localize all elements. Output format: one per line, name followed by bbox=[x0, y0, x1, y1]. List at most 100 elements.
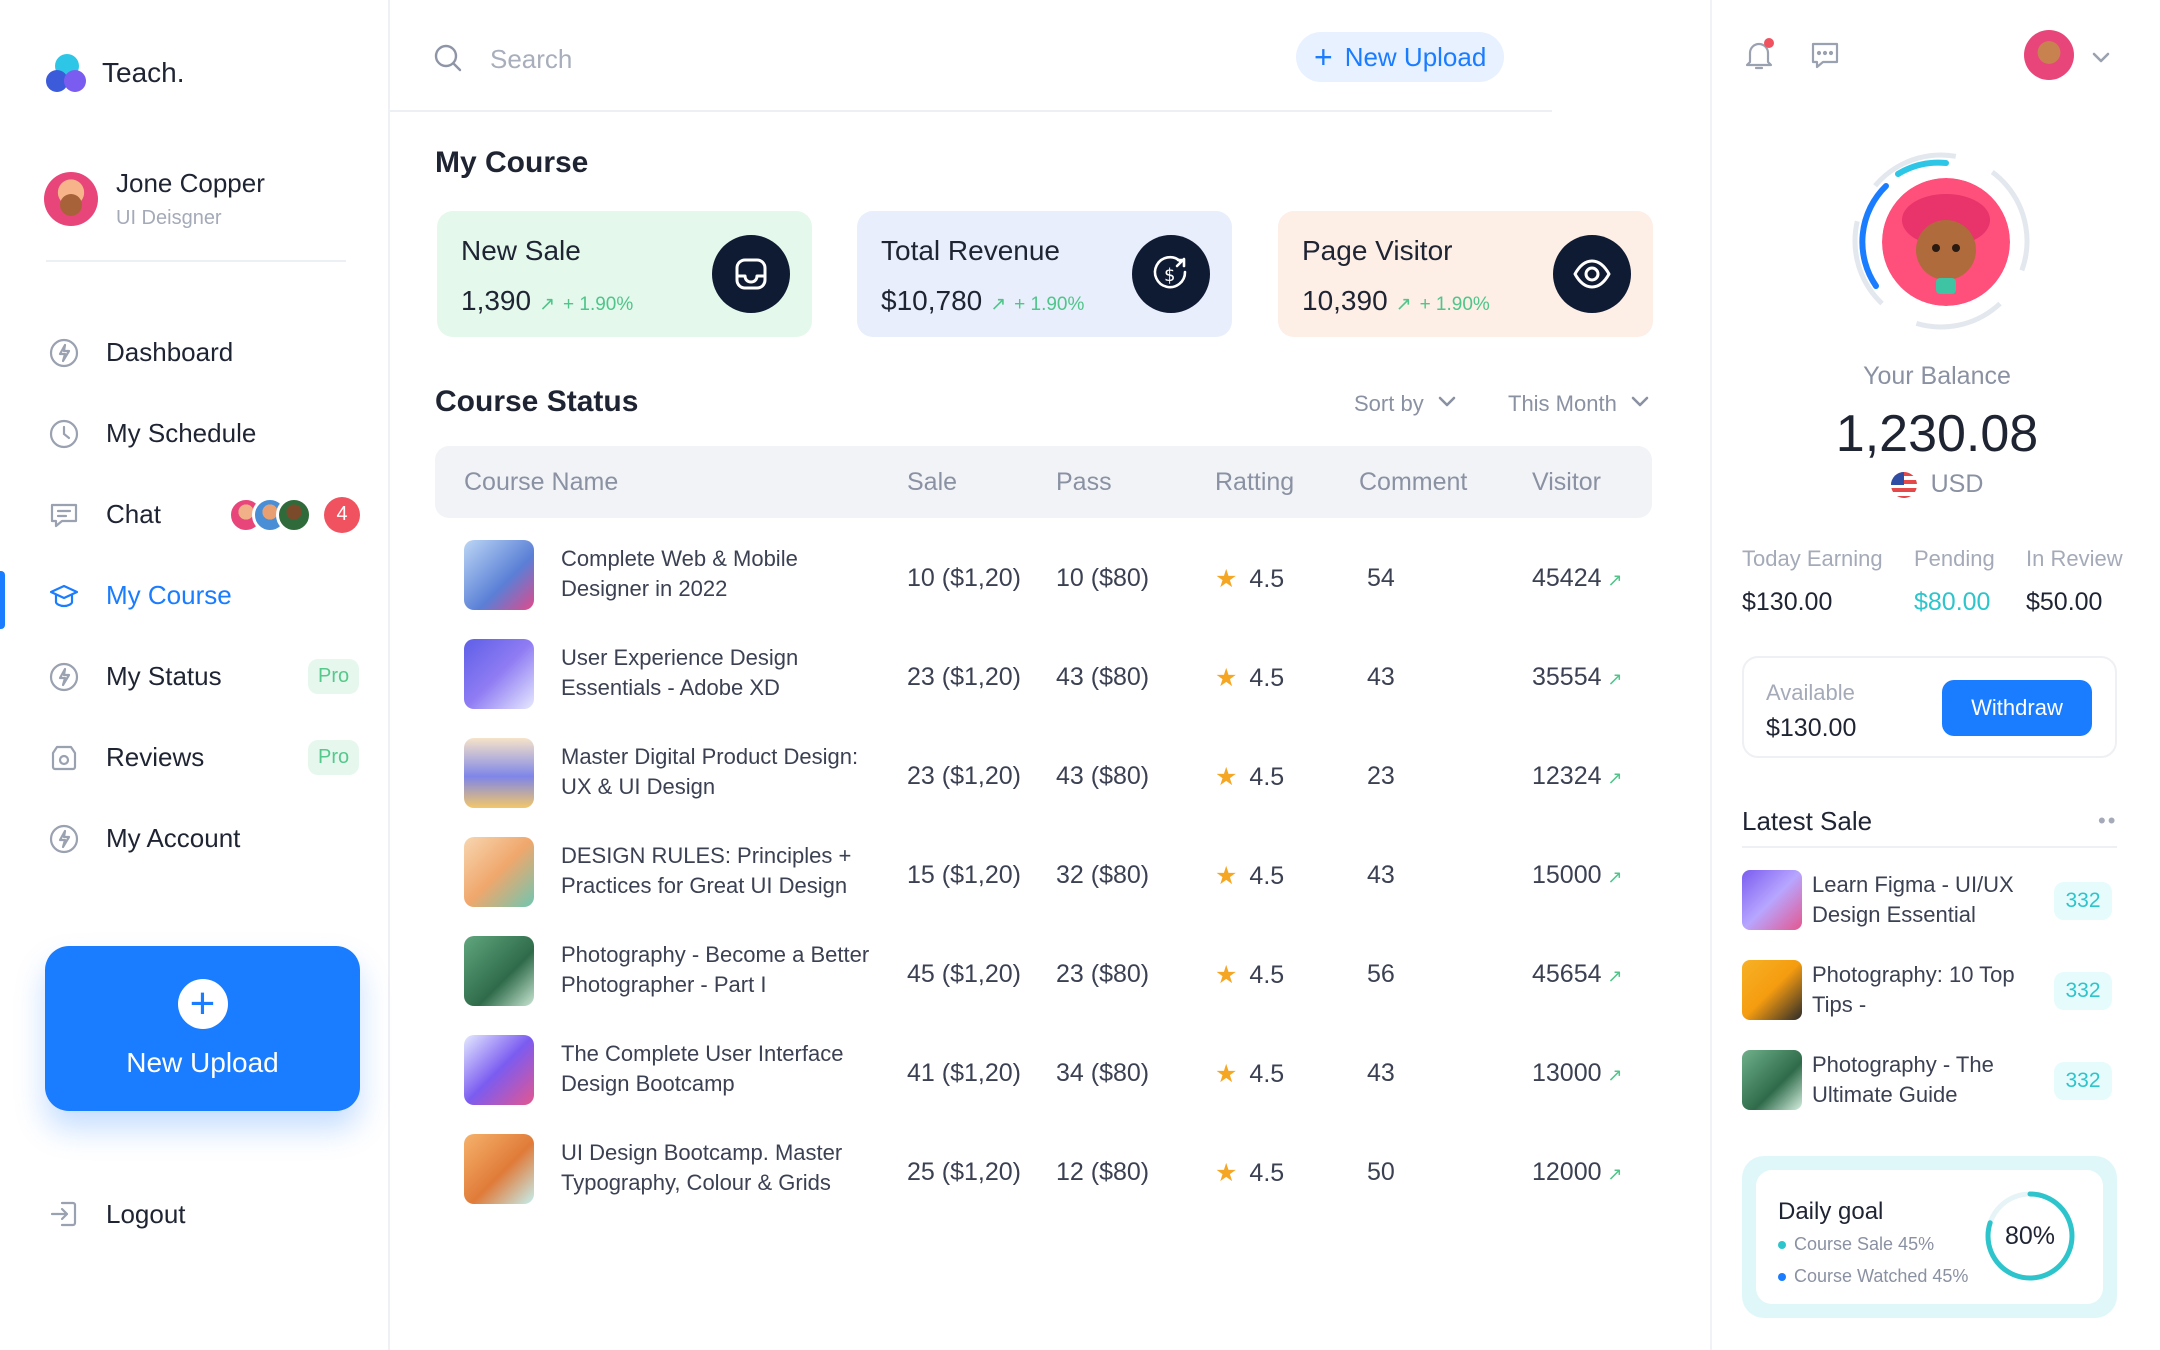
sidebar-item-my-schedule[interactable]: My Schedule bbox=[0, 393, 390, 474]
stat-card-page-visitor[interactable]: Page Visitor 10,390 ↗ + 1.90% bbox=[1278, 211, 1653, 337]
visitor-value: 15000 bbox=[1532, 861, 1602, 889]
sidebar-item-label: Chat bbox=[106, 499, 161, 529]
table-row[interactable]: Photography - Become a Better Photograph… bbox=[435, 914, 1652, 1013]
stat-card-new-sale[interactable]: New Sale 1,390 ↗ + 1.90% bbox=[437, 211, 812, 337]
column-header[interactable]: Ratting bbox=[1215, 468, 1294, 497]
rating-cell: ★ 4.5 bbox=[1215, 960, 1284, 990]
star-icon: ★ bbox=[1215, 961, 1238, 989]
chevron-down-icon bbox=[1629, 390, 1651, 418]
table-row[interactable]: DESIGN RULES: Principles + Practices for… bbox=[435, 815, 1652, 914]
table-row[interactable]: The Complete User Interface Design Bootc… bbox=[435, 1013, 1652, 1112]
rating-value: 4.5 bbox=[1249, 862, 1285, 890]
comment-cell: 56 bbox=[1367, 960, 1395, 988]
sort-by-dropdown[interactable]: Sort by bbox=[1354, 390, 1458, 418]
earning-label: Pending bbox=[1914, 546, 1995, 571]
message-icon[interactable] bbox=[1808, 38, 1842, 72]
stat-trend: + 1.90% bbox=[563, 294, 634, 315]
rating-value: 4.5 bbox=[1249, 763, 1285, 791]
inbox-icon bbox=[712, 235, 790, 313]
table-row[interactable]: User Experience Design Essentials - Adob… bbox=[435, 617, 1652, 716]
sidebar-item-label: Dashboard bbox=[106, 337, 234, 367]
earning-value: $80.00 bbox=[1914, 588, 1991, 616]
latest-sale-item[interactable]: Photography: 10 Top Tips - 332 bbox=[1742, 960, 2117, 1022]
notification-dot bbox=[1764, 38, 1774, 48]
logout-label: Logout bbox=[106, 1198, 186, 1229]
sidebar-item-dashboard[interactable]: Dashboard bbox=[0, 312, 390, 393]
page-title: My Course bbox=[435, 146, 589, 179]
course-name[interactable]: The Complete User Interface Design Bootc… bbox=[561, 1039, 881, 1099]
available-balance-card: Available $130.00 Withdraw bbox=[1742, 656, 2117, 758]
rating-cell: ★ 4.5 bbox=[1215, 663, 1284, 693]
sale-count-badge: 332 bbox=[2054, 1062, 2112, 1100]
stat-trend: + 1.90% bbox=[1014, 294, 1085, 315]
sidebar-item-chat[interactable]: Chat 4 bbox=[0, 474, 390, 555]
today-earning: Today Earning $130.00 bbox=[1742, 546, 1883, 617]
stat-card-total-revenue[interactable]: Total Revenue $10,780 ↗ + 1.90% $ bbox=[857, 211, 1232, 337]
course-thumbnail bbox=[464, 837, 534, 907]
comment-cell: 43 bbox=[1367, 861, 1395, 889]
star-icon: ★ bbox=[1215, 862, 1238, 890]
visitor-cell: 45654 ↗ bbox=[1532, 960, 1623, 989]
period-label: This Month bbox=[1508, 391, 1617, 416]
stat-value: 10,390 bbox=[1302, 285, 1388, 316]
latest-sale-item[interactable]: Learn Figma - UI/UX Design Essential 332 bbox=[1742, 870, 2117, 932]
sidebar-item-reviews[interactable]: Reviews Pro bbox=[0, 717, 390, 798]
brand-logo[interactable]: Teach. bbox=[46, 52, 185, 94]
latest-sale-name: Photography: 10 Top Tips - bbox=[1812, 962, 2015, 1017]
course-name[interactable]: User Experience Design Essentials - Adob… bbox=[561, 643, 881, 703]
latest-sale-item[interactable]: Photography - The Ultimate Guide 332 bbox=[1742, 1050, 2117, 1112]
search-input[interactable] bbox=[490, 38, 1090, 80]
column-header[interactable]: Course Name bbox=[464, 468, 618, 497]
period-dropdown[interactable]: This Month bbox=[1508, 390, 1651, 418]
goal-item: Course Sale 45% bbox=[1778, 1234, 1934, 1255]
visitor-value: 45654 bbox=[1532, 960, 1602, 988]
column-header[interactable]: Pass bbox=[1056, 468, 1112, 497]
course-thumbnail bbox=[464, 540, 534, 610]
chevron-down-icon[interactable] bbox=[2090, 46, 2112, 68]
status-icon bbox=[48, 661, 80, 693]
column-header[interactable]: Comment bbox=[1359, 468, 1467, 497]
course-name[interactable]: DESIGN RULES: Principles + Practices for… bbox=[561, 841, 881, 901]
rating-cell: ★ 4.5 bbox=[1215, 762, 1284, 792]
withdraw-button[interactable]: Withdraw bbox=[1942, 680, 2092, 736]
course-name[interactable]: Photography - Become a Better Photograph… bbox=[561, 940, 881, 1000]
new-upload-card-button[interactable]: + New Upload bbox=[45, 946, 360, 1111]
pass-cell: 34 ($80) bbox=[1056, 1059, 1150, 1087]
course-name[interactable]: Complete Web & Mobile Designer in 2022 bbox=[561, 544, 881, 604]
search-icon[interactable] bbox=[432, 42, 464, 74]
sidebar-item-my-account[interactable]: My Account bbox=[0, 798, 390, 879]
sale-count-badge: 332 bbox=[2054, 972, 2112, 1010]
comment-cell: 43 bbox=[1367, 663, 1395, 691]
goal-item-label: Course Watched 45% bbox=[1794, 1266, 1969, 1286]
table-row[interactable]: Master Digital Product Design: UX & UI D… bbox=[435, 716, 1652, 815]
course-thumbnail bbox=[1742, 870, 1802, 930]
visitor-cell: 12000 ↗ bbox=[1532, 1158, 1623, 1187]
column-header[interactable]: Visitor bbox=[1532, 468, 1601, 497]
logout-button[interactable]: Logout bbox=[48, 1198, 186, 1230]
more-options-icon[interactable]: •• bbox=[2098, 808, 2117, 834]
goal-item-label: Course Sale 45% bbox=[1794, 1234, 1935, 1254]
sale-cell: 45 ($1,20) bbox=[907, 960, 1021, 988]
rating-value: 4.5 bbox=[1249, 664, 1285, 692]
table-row[interactable]: Complete Web & Mobile Designer in 2022 10… bbox=[435, 518, 1652, 617]
user-avatar[interactable] bbox=[2024, 30, 2074, 80]
stat-value: $10,780 bbox=[881, 285, 983, 316]
sidebar-item-my-course[interactable]: My Course bbox=[0, 555, 390, 636]
user-profile[interactable]: Jone Copper UI Deisgner bbox=[44, 168, 265, 230]
sale-cell: 25 ($1,20) bbox=[907, 1158, 1021, 1186]
pass-cell: 32 ($80) bbox=[1056, 861, 1150, 889]
star-icon: ★ bbox=[1215, 565, 1238, 593]
table-row[interactable]: UI Design Bootcamp. Master Typography, C… bbox=[435, 1112, 1652, 1211]
in-review-earning: In Review $50.00 bbox=[2026, 546, 2123, 617]
column-header[interactable]: Sale bbox=[907, 468, 957, 497]
us-flag-icon bbox=[1890, 471, 1917, 498]
rating-cell: ★ 4.5 bbox=[1215, 1059, 1284, 1089]
course-thumbnail bbox=[464, 936, 534, 1006]
new-upload-button[interactable]: + New Upload bbox=[1296, 32, 1505, 82]
sidebar-item-my-status[interactable]: My Status Pro bbox=[0, 636, 390, 717]
stat-value: 1,390 bbox=[461, 285, 532, 316]
pending-earning: Pending $80.00 bbox=[1914, 546, 1995, 617]
course-name[interactable]: Master Digital Product Design: UX & UI D… bbox=[561, 742, 881, 802]
course-name[interactable]: UI Design Bootcamp. Master Typography, C… bbox=[561, 1138, 881, 1198]
course-icon bbox=[48, 580, 80, 612]
